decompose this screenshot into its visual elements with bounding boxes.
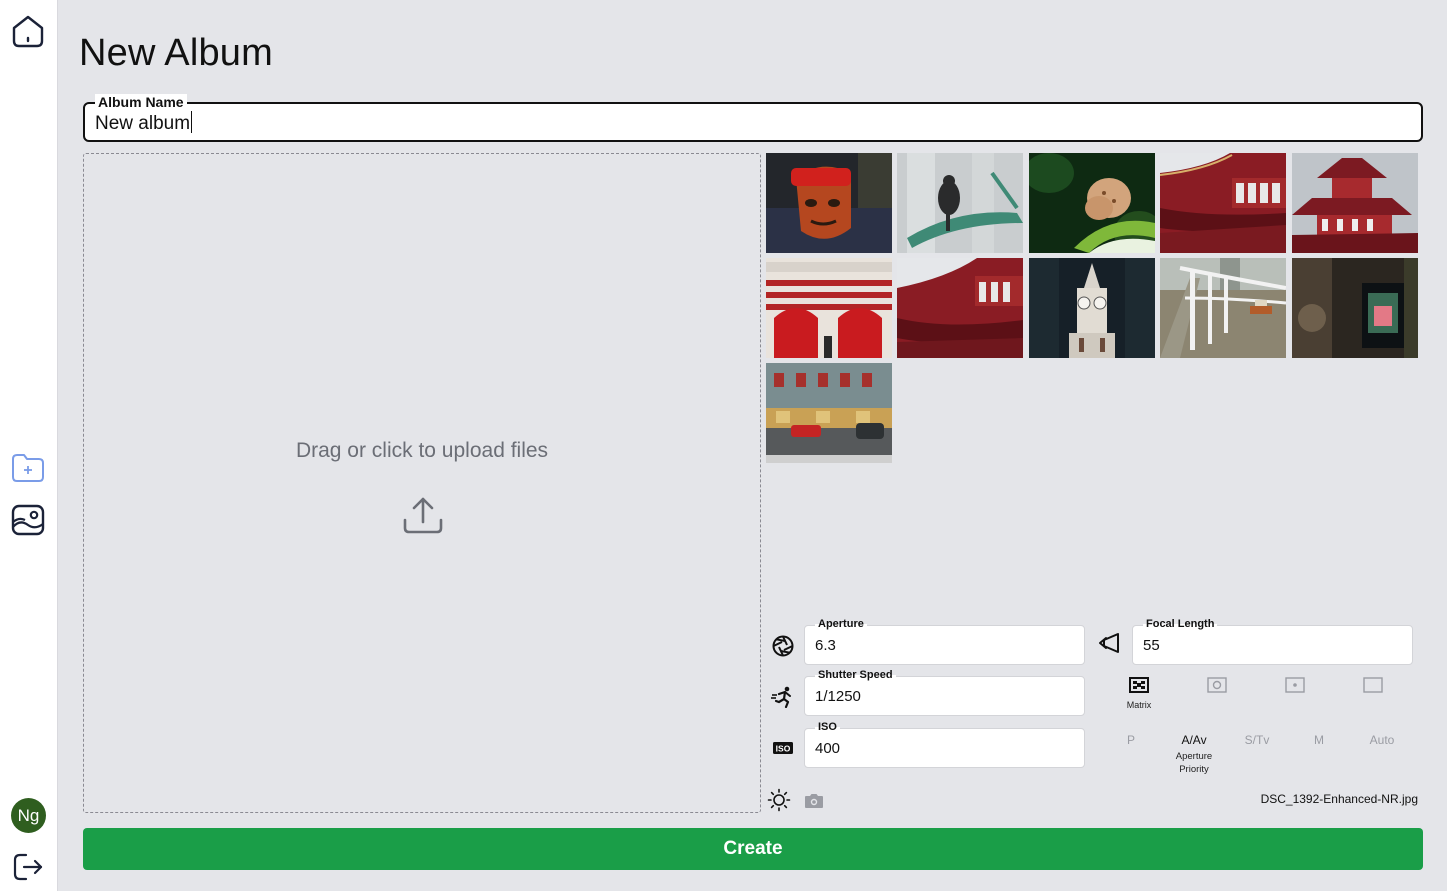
photo-shophouse-street: [766, 363, 892, 463]
matrix-metering-icon: [1129, 677, 1149, 693]
gallery-button[interactable]: [9, 501, 47, 539]
focal-length-field[interactable]: Focal Length 55: [1132, 617, 1413, 665]
aperture-label: Aperture: [815, 617, 867, 631]
mode-shutter-priority[interactable]: S/Tv: [1226, 733, 1288, 747]
upload-dropzone[interactable]: Drag or click to upload files: [83, 153, 761, 813]
home-button[interactable]: [9, 12, 47, 50]
mode-auto-label: Auto: [1369, 733, 1395, 747]
photo-thumbnail[interactable]: [1292, 258, 1418, 358]
create-button[interactable]: Create: [83, 828, 1423, 870]
flash-button[interactable]: [802, 789, 826, 813]
photo-thumbnail[interactable]: [1160, 153, 1286, 253]
mode-aperture-priority[interactable]: A/Av Aperture Priority: [1163, 733, 1225, 776]
iso-icon: ISO: [771, 736, 795, 760]
home-icon: [12, 15, 44, 48]
mode-shutter-label: S/Tv: [1244, 733, 1270, 747]
mode-aperture-label: A/Av: [1181, 733, 1207, 747]
white-balance-button[interactable]: [767, 788, 791, 812]
metering-highlight[interactable]: [1342, 677, 1404, 698]
spot-metering-icon: [1285, 677, 1305, 693]
iso-label: ISO: [815, 720, 840, 734]
new-album-button[interactable]: [9, 449, 47, 487]
center-weighted-icon: [1207, 677, 1227, 693]
iso-value: 400: [815, 740, 841, 757]
album-name-input[interactable]: New album: [95, 111, 193, 136]
iso-field[interactable]: ISO 400: [804, 720, 1085, 768]
page-title: New Album: [79, 32, 273, 74]
mode-auto[interactable]: Auto: [1351, 733, 1413, 747]
sun-icon: [767, 788, 791, 812]
mode-manual-label: M: [1314, 733, 1324, 747]
photo-mask: [766, 153, 892, 253]
upload-icon: [403, 497, 443, 534]
shutter-speed-field[interactable]: Shutter Speed 1/1250: [804, 668, 1085, 716]
album-name-value: New album: [95, 113, 191, 134]
aperture-icon: [771, 634, 795, 658]
photo-thumbnail[interactable]: [1160, 258, 1286, 358]
photo-dark-window: [1292, 258, 1418, 358]
photo-thumbnail[interactable]: [766, 258, 892, 358]
photo-red-white-building: [766, 258, 892, 358]
photo-thumbnail[interactable]: [1029, 258, 1155, 358]
aperture-value: 6.3: [815, 637, 836, 654]
photo-thumbnail[interactable]: [897, 258, 1023, 358]
logout-button[interactable]: [9, 848, 47, 886]
metering-center[interactable]: [1186, 677, 1248, 698]
photo-thumbnail[interactable]: [766, 363, 892, 463]
aperture-field[interactable]: Aperture 6.3: [804, 617, 1085, 665]
photo-temple-tower: [1292, 153, 1418, 253]
focal-length-value: 55: [1143, 637, 1160, 654]
text-caret: [191, 111, 193, 133]
photo-thumbnail[interactable]: [1029, 153, 1155, 253]
photo-temple-roof: [1160, 153, 1286, 253]
metering-matrix[interactable]: Matrix: [1108, 677, 1170, 710]
mode-manual[interactable]: M: [1288, 733, 1350, 747]
folder-plus-icon: [12, 454, 44, 482]
mode-program[interactable]: P: [1100, 733, 1162, 747]
file-name: DSC_1392-Enhanced-NR.jpg: [1260, 792, 1418, 806]
photo-temple-roof-2: [897, 258, 1023, 358]
image-icon: [11, 504, 45, 536]
photo-thumbnail[interactable]: [897, 153, 1023, 253]
mode-aperture-sub: Aperture Priority: [1175, 751, 1213, 775]
album-name-label: Album Name: [95, 94, 187, 110]
metering-matrix-label: Matrix: [1126, 700, 1152, 710]
metering-spot[interactable]: [1264, 677, 1326, 698]
svg-text:ISO: ISO: [776, 744, 791, 754]
sidebar: Ng: [0, 0, 58, 891]
camera-icon: [805, 794, 823, 808]
logout-icon: [13, 853, 43, 881]
photo-butterfly: [1029, 153, 1155, 253]
avatar[interactable]: Ng: [11, 798, 46, 833]
upload-prompt: Drag or click to upload files: [295, 439, 549, 462]
mode-program-label: P: [1126, 733, 1135, 747]
photo-bird: [897, 153, 1023, 253]
album-name-field[interactable]: Album Name New album: [83, 94, 1423, 142]
photo-thumbnail[interactable]: [1292, 153, 1418, 253]
running-icon: [771, 685, 795, 709]
focal-length-label: Focal Length: [1143, 617, 1218, 631]
highlight-metering-icon: [1363, 677, 1383, 693]
shutter-speed-label: Shutter Speed: [815, 668, 896, 682]
photo-thumbnail[interactable]: [766, 153, 892, 253]
lens-icon: [1098, 631, 1122, 655]
shutter-speed-value: 1/1250: [815, 688, 861, 705]
photo-riverside-railing: [1160, 258, 1286, 358]
photo-clock-tower: [1029, 258, 1155, 358]
